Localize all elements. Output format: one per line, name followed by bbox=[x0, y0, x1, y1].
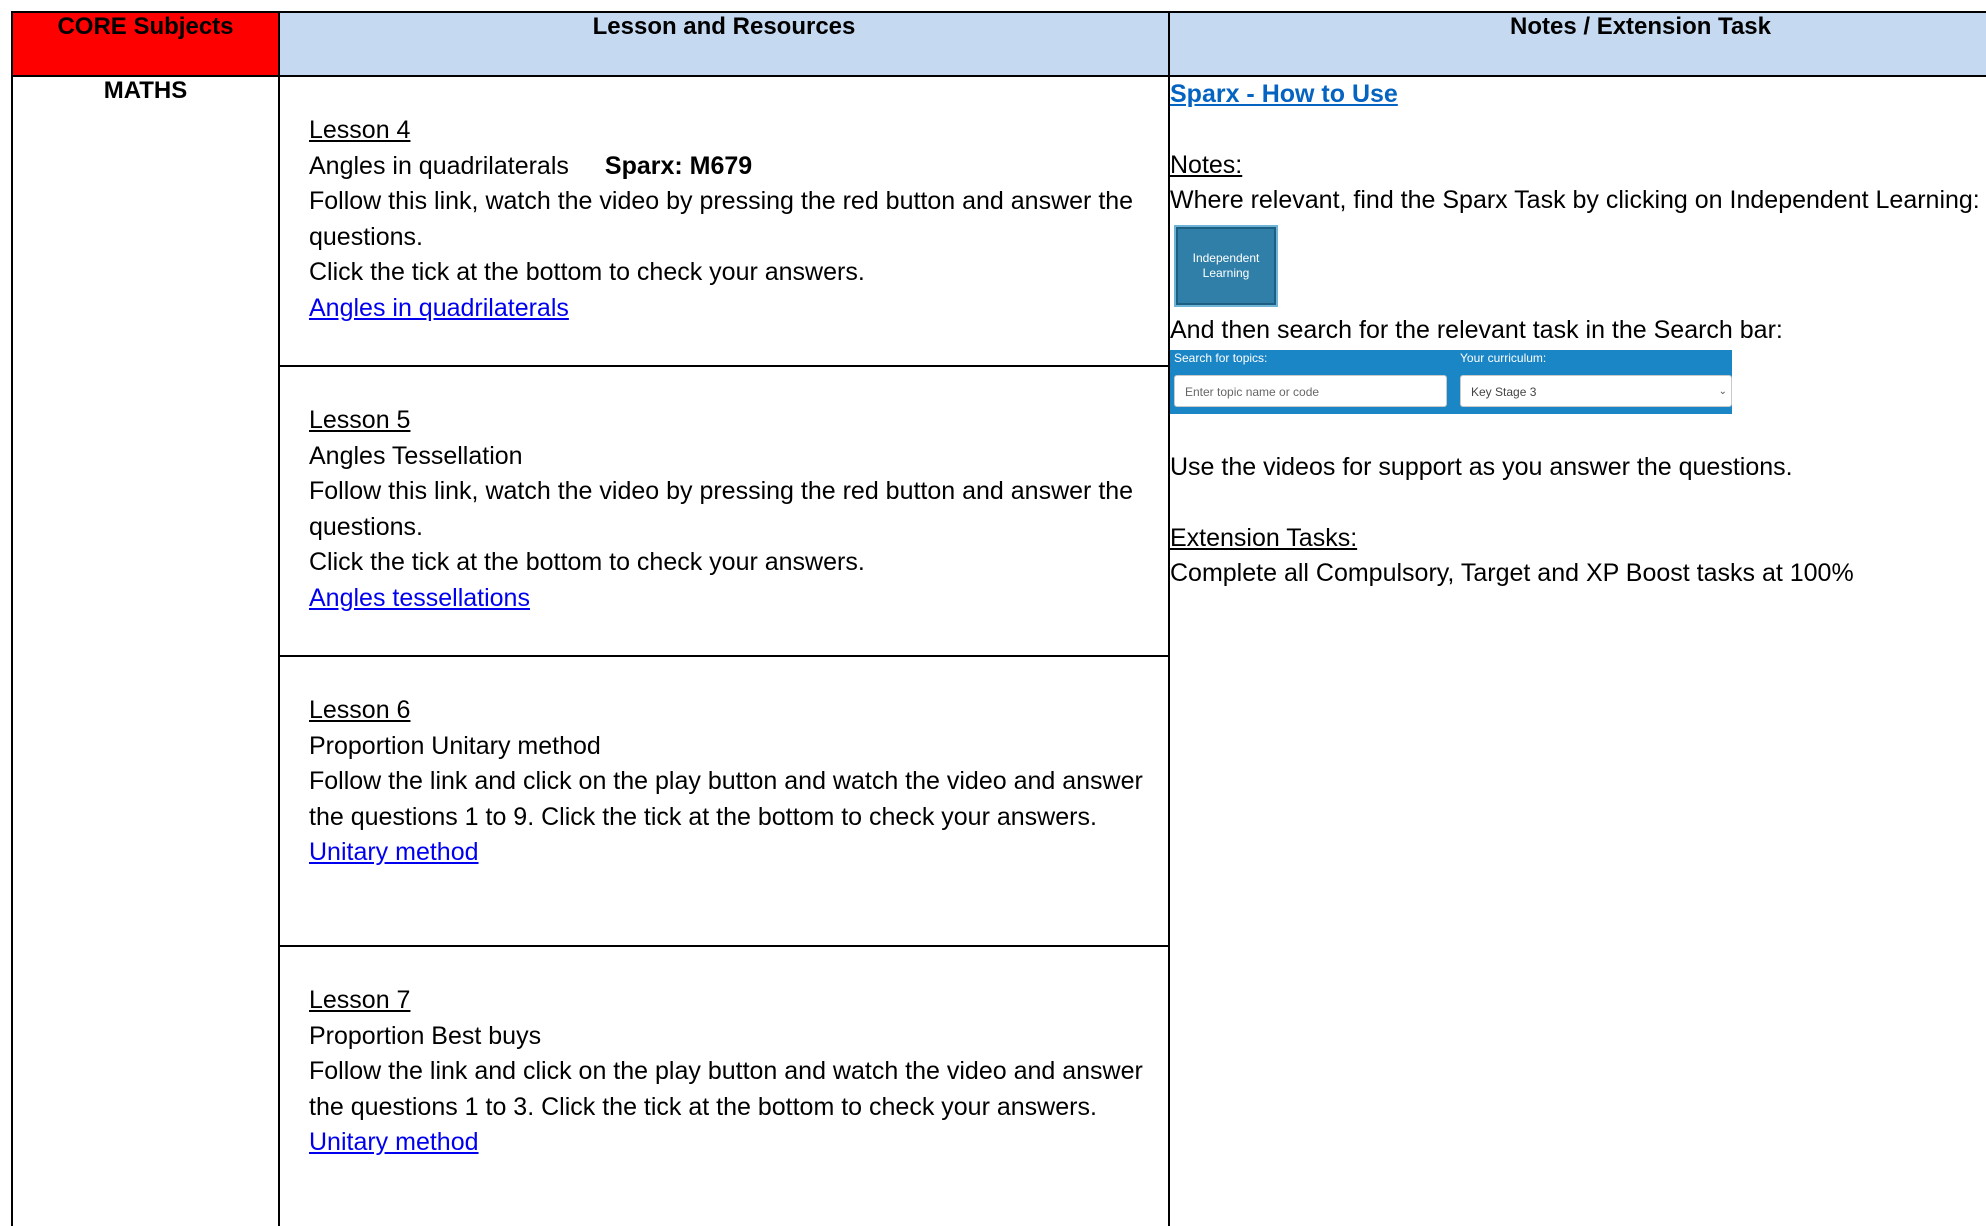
notes-heading: Notes: bbox=[1170, 150, 1243, 179]
curriculum-value: Key Stage 3 bbox=[1471, 385, 1537, 399]
search-instruction: And then search for the relevant task in… bbox=[1170, 315, 1783, 344]
lesson-cell: Lesson 7 Proportion Best buys Follow the… bbox=[278, 945, 1170, 1226]
notes-text: Where relevant, find the Sparx Task by c… bbox=[1170, 186, 1980, 214]
curriculum-label: Your curriculum: bbox=[1460, 351, 1547, 365]
lesson-instruction: Follow this link, watch the video by pre… bbox=[309, 187, 1134, 251]
lesson-resource-link[interactable]: Angles tessellations bbox=[309, 584, 530, 612]
extension-text: Complete all Compulsory, Target and XP B… bbox=[1170, 559, 1854, 587]
header-notes-extension: Notes / Extension Task bbox=[1168, 11, 1986, 77]
extension-heading: Extension Tasks: bbox=[1170, 523, 1358, 552]
sparx-code: Sparx: M679 bbox=[604, 151, 753, 180]
curriculum-select-image: Key Stage 3 ⌄ bbox=[1460, 375, 1732, 407]
lesson-instruction: Follow this link, watch the video by pre… bbox=[309, 477, 1134, 541]
lesson-plan-sheet: CORE Subjects Lesson and Resources Notes… bbox=[11, 11, 1986, 1226]
header-core-subjects: CORE Subjects bbox=[11, 11, 280, 77]
il-button-line2: Learning bbox=[1202, 265, 1250, 280]
lesson-instruction: Follow the link and click on the play bu… bbox=[309, 1057, 1143, 1121]
lesson-topic: Angles in quadrilaterals bbox=[309, 151, 569, 180]
lesson-instruction: Click the tick at the bottom to check yo… bbox=[309, 258, 865, 286]
lesson-resource-link[interactable]: Angles in quadrilaterals bbox=[309, 294, 569, 322]
lesson-cell: Lesson 4 Angles in quadrilaterals Sparx: … bbox=[278, 75, 1170, 367]
lesson-instruction: Follow the link and click on the play bu… bbox=[309, 767, 1143, 831]
lesson-title: Lesson 6 bbox=[309, 696, 411, 724]
search-label: Search for topics: bbox=[1174, 351, 1268, 365]
header-row: CORE Subjects Lesson and Resources Notes… bbox=[11, 11, 1986, 77]
lesson-topic: Proportion Unitary method bbox=[309, 731, 601, 760]
sparx-how-to-use-link[interactable]: Sparx - How to Use bbox=[1170, 80, 1398, 108]
subject-cell: MATHS bbox=[11, 75, 280, 1226]
search-input-image: Enter topic name or code bbox=[1174, 375, 1447, 407]
lesson-topic-line: Angles in quadrilaterals Sparx: M679 bbox=[309, 149, 1160, 185]
notes-cell: Sparx - How to Use Notes: Where relevant… bbox=[1168, 75, 1986, 1226]
independent-learning-button-image: Independent Learning bbox=[1174, 224, 1278, 307]
chevron-down-icon: ⌄ bbox=[1718, 386, 1727, 397]
videos-text: Use the videos for support as you answer… bbox=[1170, 453, 1793, 481]
header-lesson-resources: Lesson and Resources bbox=[278, 11, 1170, 77]
il-button-line1: Independent bbox=[1192, 250, 1260, 265]
lesson-plan-table: CORE Subjects Lesson and Resources Notes… bbox=[11, 11, 1986, 1226]
lesson-title: Lesson 5 bbox=[309, 406, 411, 434]
lesson-row: MATHS Lesson 4 Angles in quadrilaterals S… bbox=[11, 75, 1986, 1226]
lesson-cell: Lesson 5 Angles Tessellation Follow this… bbox=[278, 365, 1170, 657]
lesson-title: Lesson 7 bbox=[309, 986, 411, 1014]
lesson-topic: Angles Tessellation bbox=[309, 441, 523, 470]
lesson-topic: Proportion Best buys bbox=[309, 1021, 542, 1050]
lesson-title: Lesson 4 bbox=[309, 116, 411, 144]
lesson-instruction: Click the tick at the bottom to check yo… bbox=[309, 548, 865, 576]
search-bar-image: Search for topics: Your curriculum: Ente… bbox=[1170, 350, 1732, 414]
lesson-resource-link[interactable]: Unitary method bbox=[309, 838, 479, 866]
lesson-resource-link[interactable]: Unitary method bbox=[309, 1128, 479, 1156]
lesson-cell: Lesson 6 Proportion Unitary method Follo… bbox=[278, 655, 1170, 947]
